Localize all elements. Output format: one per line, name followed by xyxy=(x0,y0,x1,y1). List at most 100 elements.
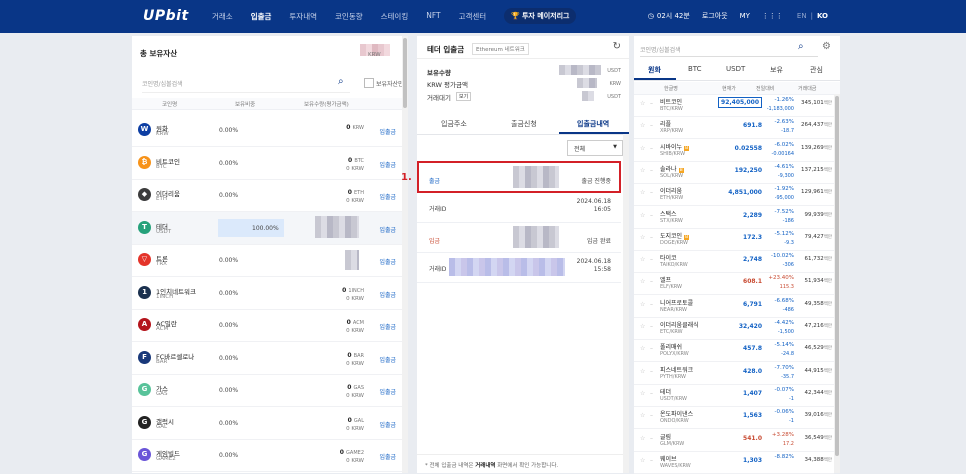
deposit-scrollbar[interactable] xyxy=(623,134,629,473)
asset-row[interactable]: A AC밀란 ACM 0.00% 0 ACM 0 KRW 입출금 xyxy=(132,309,402,342)
nav-investments[interactable]: 투자내역 xyxy=(289,11,317,24)
deposit-withdraw-button[interactable]: 입출금 xyxy=(379,257,396,266)
market-row[interactable]: ☆ – 타이코 TAIKO/KRW 2,748 -10.02% -306 61,732백만 xyxy=(634,250,834,274)
nav-coin-trends[interactable]: 코인동향 xyxy=(335,11,363,24)
market-row[interactable]: ☆ – 폴리매쉬 POLYX/KRW 457.8 -5.14% -24.8 46,529백만 xyxy=(634,339,834,363)
history-link[interactable]: 거래내역 xyxy=(475,463,495,469)
market-row[interactable]: ☆ – 이더리움 ETH/KRW 4,851,000 -1.92% -95,000 129,9… xyxy=(634,183,834,207)
search-icon[interactable]: ⌕ xyxy=(338,76,344,87)
market-row[interactable]: ☆ – 이더리움클래식 ETC/KRW 32,420 -4.42% -1,500 47,216… xyxy=(634,317,834,340)
star-icon[interactable]: ☆ xyxy=(640,234,645,241)
assets-scrollbar[interactable] xyxy=(402,36,408,473)
nav-exchange[interactable]: 거래소 xyxy=(212,11,233,24)
holding-krw-value: 0 KRW xyxy=(346,458,364,464)
star-icon[interactable]: ☆ xyxy=(640,167,645,174)
star-icon[interactable]: ☆ xyxy=(640,100,645,107)
upbit-logo[interactable]: UPbit xyxy=(143,8,189,24)
krw-unit: KRW xyxy=(609,81,622,87)
asset-row[interactable]: ₿ 비트코인 BTC 0.00% 0 BTC 0 KRW 입출금 xyxy=(132,147,402,180)
deposit-withdraw-button[interactable]: 입출금 xyxy=(379,420,396,429)
market-row[interactable]: ☆ – 글림 GLM/KRW 541.0 +3.28% 17.2 36,549백만 xyxy=(634,429,834,452)
market-row[interactable]: ☆ – 스택스 STX/KRW 2,289 -7.52% -186 99,939백만 xyxy=(634,206,834,229)
deposit-withdraw-button[interactable]: 입출금 xyxy=(379,225,396,234)
assets-scroll-thumb[interactable] xyxy=(403,38,407,108)
market-row[interactable]: ☆ – 도지코인 B DOGE/KRW 172.3 -5.12% -9.3 79,427백만 xyxy=(634,228,834,251)
tab-deposit-address[interactable]: 입금주소 xyxy=(441,119,467,129)
market-row[interactable]: ☆ – 솔라나 B SOL/KRW 192,250 -4.61% -9,300 137,215백… xyxy=(634,161,834,184)
pending-view-button[interactable]: 보기 xyxy=(456,92,472,101)
asset-row[interactable]: 1 1인치네트워크 1INCH 0.00% 0 1INCH 0 KRW 입출금 xyxy=(132,277,402,310)
star-icon[interactable]: ☆ xyxy=(640,457,645,464)
star-icon[interactable]: ☆ xyxy=(640,256,645,263)
clock-icon: ◷ xyxy=(647,12,654,20)
deposit-withdraw-button[interactable]: 입출금 xyxy=(379,290,396,299)
star-icon[interactable]: ☆ xyxy=(640,435,645,442)
refresh-icon[interactable]: ↻ xyxy=(613,41,621,52)
asset-row[interactable]: G 가스 GAS 0.00% 0 GAS 0 KRW 입출금 xyxy=(132,374,402,407)
asset-row[interactable]: F FC바르셀로나 BAR 0.00% 0 BAR 0 KRW 입출금 xyxy=(132,342,402,375)
search-icon[interactable]: ⌕ xyxy=(798,41,804,52)
market-scroll-thumb[interactable] xyxy=(835,96,839,456)
nav-staking[interactable]: 스테이킹 xyxy=(381,11,409,24)
deposit-withdraw-button[interactable]: 입출금 xyxy=(379,355,396,364)
tab-krw[interactable]: 원화 xyxy=(648,65,661,75)
market-row[interactable]: ☆ – 니어프로토콜 NEAR/KRW 6,791 -6.68% -486 49,358백만 xyxy=(634,295,834,318)
tab-history[interactable]: 입출금내역 xyxy=(577,119,609,129)
nav-deposit-withdraw[interactable]: 입출금 xyxy=(251,11,272,24)
history-item-deposit[interactable]: 입금 입금 완료 xyxy=(417,222,621,253)
star-icon[interactable]: ☆ xyxy=(640,301,645,308)
market-row[interactable]: ☆ – 피스네트워크 PYTH/KRW 428.0 -7.70% -35.7 44,915백만 xyxy=(634,362,834,385)
asset-row[interactable]: ▽ 트론 TRX 0.00% 입출금 xyxy=(132,244,402,277)
star-icon[interactable]: ☆ xyxy=(640,212,645,219)
market-row[interactable]: ☆ – 테더 USDT/KRW 1,407 -0.07% -1 42,344백만 xyxy=(634,384,834,407)
star-icon[interactable]: ☆ xyxy=(640,412,645,419)
deposit-withdraw-button[interactable]: 입출금 xyxy=(379,160,396,169)
logout-button[interactable]: 로그아웃 xyxy=(702,11,728,21)
tab-favorites[interactable]: 관심 xyxy=(810,65,823,75)
asset-search-input[interactable]: 코인명/심볼검색 xyxy=(142,74,350,93)
asset-row[interactable]: ◆ 이더리움 ETH 0.00% 0 ETH 0 KRW 입출금 xyxy=(132,179,402,212)
market-scrollbar[interactable] xyxy=(834,94,840,473)
market-row[interactable]: ☆ – 엘프 ELF/KRW 608.1 +23.40% 115.3 51,934백만 xyxy=(634,272,834,296)
star-icon[interactable]: ☆ xyxy=(640,278,645,285)
history-filter-select[interactable]: 전체 ▼ xyxy=(567,140,623,156)
tab-btc[interactable]: BTC xyxy=(688,65,702,73)
star-icon[interactable]: ☆ xyxy=(640,122,645,129)
asset-row[interactable]: W 원화 KRW 0.00% 0 KRW 입출금 xyxy=(132,114,402,147)
market-search-input[interactable]: 코인명/심볼검색 xyxy=(640,42,818,57)
asset-row[interactable]: G 게임빌드 GAME2 0.00% 0 GAME2 0 KRW 입출금 xyxy=(132,439,402,472)
star-icon[interactable]: ☆ xyxy=(640,323,645,330)
deposit-withdraw-button[interactable]: 입출금 xyxy=(379,127,396,136)
tab-withdraw-request[interactable]: 출금신청 xyxy=(511,119,537,129)
change-amount: -1 xyxy=(789,395,794,402)
star-icon[interactable]: ☆ xyxy=(640,368,645,375)
asset-row[interactable]: G 갤럭시 GAL 0.00% 0 GAL 0 KRW 입출금 xyxy=(132,407,402,440)
market-row[interactable]: ☆ – 비트코인 BTC/KRW 92,405,000 -1.26% -1,183,000 3… xyxy=(634,94,834,117)
nav-nft[interactable]: NFT xyxy=(426,11,440,24)
grid-menu-icon[interactable]: ⋮⋮⋮ xyxy=(762,12,783,20)
tab-holdings[interactable]: 보유 xyxy=(770,65,783,75)
market-row[interactable]: ☆ – 리플 XRP/KRW 691.8 -2.63% -18.7 264,437백만 xyxy=(634,116,834,140)
lang-ko-button[interactable]: KO xyxy=(817,12,828,20)
lang-en-button[interactable]: EN xyxy=(797,12,807,20)
deposit-withdraw-button[interactable]: 입출금 xyxy=(379,322,396,331)
star-icon[interactable]: ☆ xyxy=(640,390,645,397)
tab-usdt[interactable]: USDT xyxy=(726,65,745,73)
market-row[interactable]: ☆ – 온도파이낸스 ONDO/KRW 1,563 -0.06% -1 39,016백만 xyxy=(634,406,834,430)
star-icon[interactable]: ☆ xyxy=(640,189,645,196)
star-icon[interactable]: ☆ xyxy=(640,345,645,352)
star-icon[interactable]: ☆ xyxy=(640,145,645,152)
market-row[interactable]: ☆ – 웨이브 WAVES/KRW 1,303 -8.82% 34,388백만 xyxy=(634,451,834,474)
held-only-checkbox[interactable] xyxy=(364,78,374,88)
deposit-withdraw-button[interactable]: 입출금 xyxy=(379,452,396,461)
my-button[interactable]: MY xyxy=(740,12,750,20)
market-row[interactable]: ☆ – 시바이누 B SHIB/KRW 0.02558 -6.02% -0.00164 139,… xyxy=(634,139,834,162)
game2-icon: G xyxy=(138,448,151,461)
asset-row[interactable]: T 테더 USDT 100.00% 입출금 xyxy=(132,211,402,245)
promo-button[interactable]: 🏆 투자 메이저리그 xyxy=(504,8,577,24)
trade-volume: 46,529백만 xyxy=(804,345,832,352)
gear-icon[interactable]: ⚙ xyxy=(822,41,831,52)
nav-support[interactable]: 고객센터 xyxy=(459,11,487,24)
deposit-withdraw-button[interactable]: 입출금 xyxy=(379,192,396,201)
deposit-withdraw-button[interactable]: 입출금 xyxy=(379,387,396,396)
